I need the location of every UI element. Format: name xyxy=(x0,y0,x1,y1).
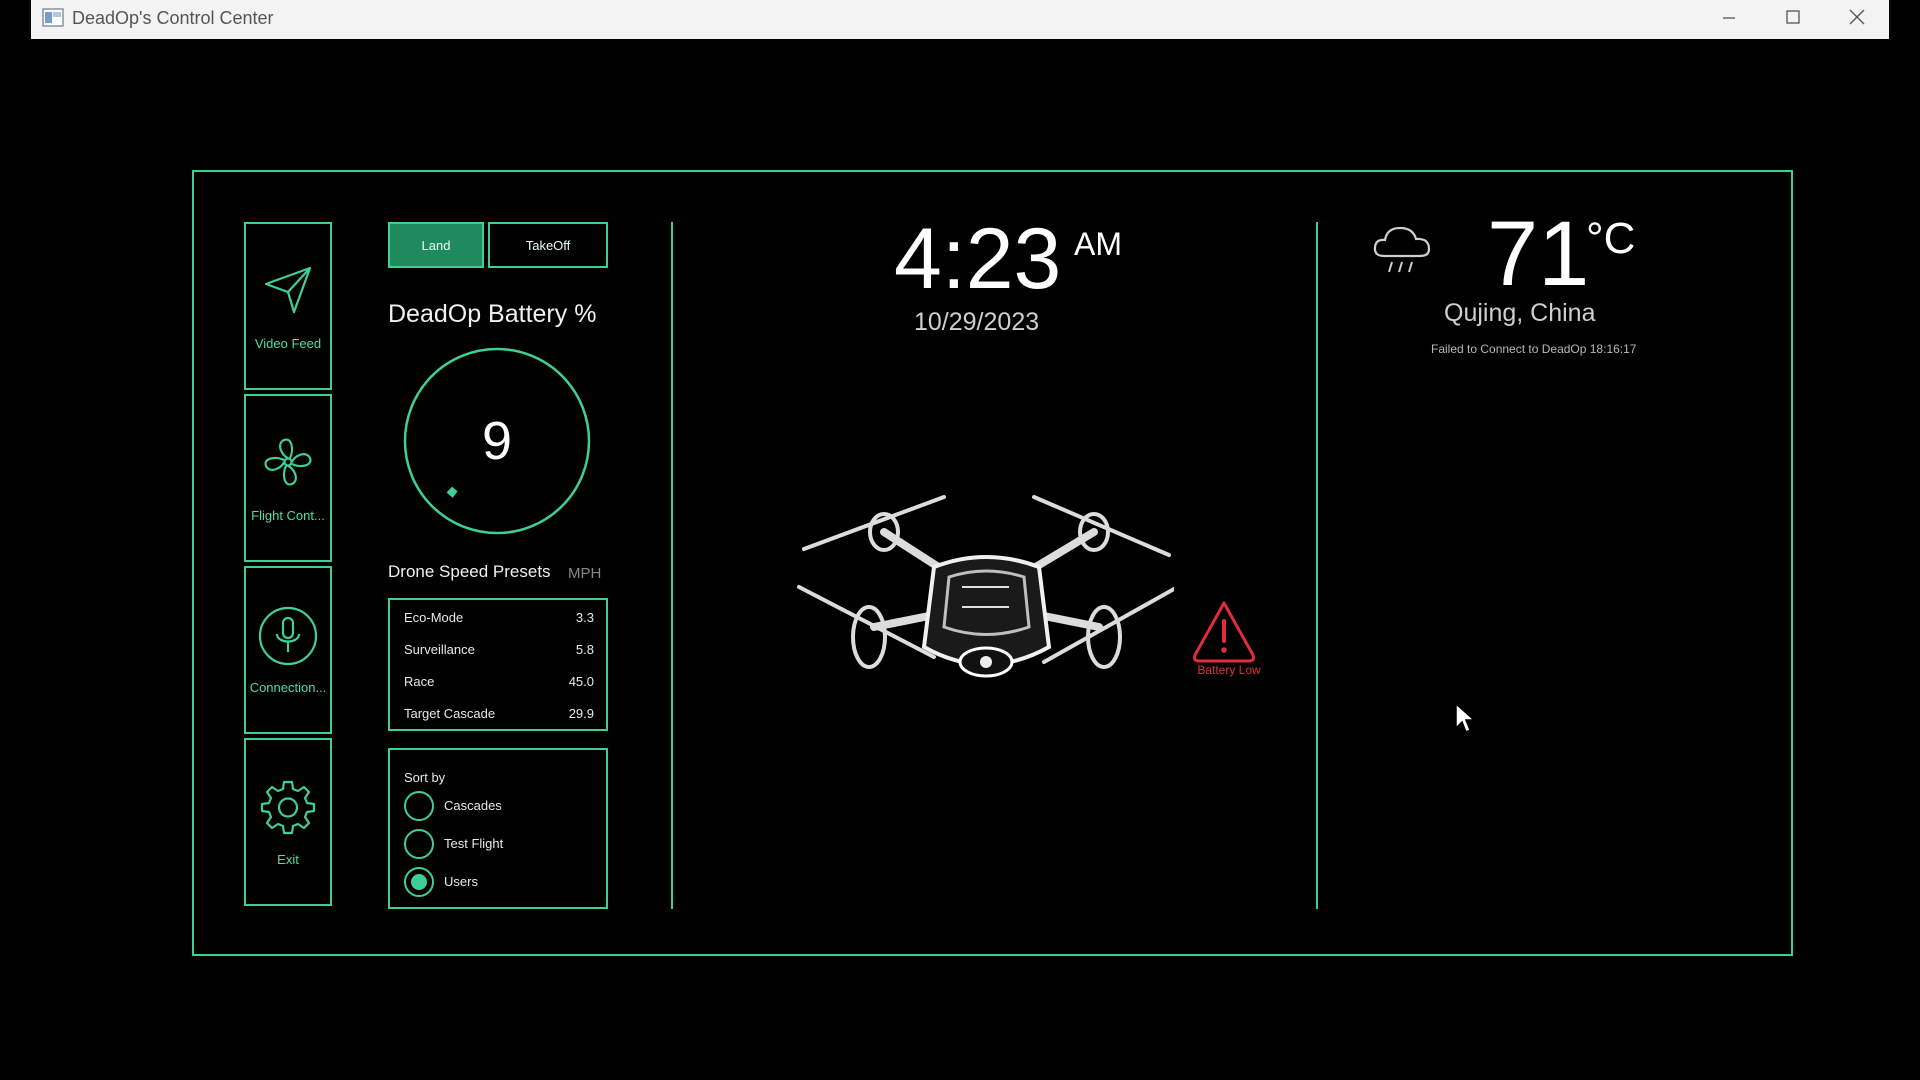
preset-name: Surveillance xyxy=(404,642,475,657)
preset-value: 3.3 xyxy=(575,610,594,625)
sidebar-item-video-feed[interactable]: Video Feed xyxy=(244,222,332,390)
sidebar-item-label: Video Feed xyxy=(254,336,322,351)
connection-status: Failed to Connect to DeadOp 18:16:17 xyxy=(1431,342,1637,356)
close-button[interactable] xyxy=(1825,0,1889,33)
rain-cloud-icon xyxy=(1373,226,1431,273)
gear-icon xyxy=(246,778,330,838)
clock-ampm: AM xyxy=(1074,226,1122,262)
preset-value: 5.8 xyxy=(575,642,594,657)
warning-triangle-icon xyxy=(1193,601,1255,663)
sort-group: Sort by Cascades Test Flight Users xyxy=(388,748,608,909)
sidebar-item-label: Exit xyxy=(277,852,299,867)
fan-icon xyxy=(246,434,330,494)
list-item[interactable]: Race 45.0 xyxy=(404,674,594,694)
takeoff-button[interactable]: TakeOff xyxy=(488,222,608,268)
temperature-value: 71 xyxy=(1487,203,1590,305)
radio-circle[interactable] xyxy=(404,829,434,859)
radio-label: Users xyxy=(444,874,478,889)
sidebar-item-label: Flight Cont... xyxy=(251,508,325,523)
minimize-icon xyxy=(1723,16,1735,19)
radio-label: Test Flight xyxy=(444,836,504,851)
presets-unit: MPH xyxy=(568,565,602,582)
radio-users[interactable]: Users xyxy=(404,867,594,897)
main-panel: Video Feed Flight Cont... Connection... … xyxy=(192,170,1793,956)
radio-cascades[interactable]: Cascades xyxy=(404,791,594,821)
minimize-button[interactable] xyxy=(1697,0,1761,33)
list-item[interactable]: Target Cascade 29.9 xyxy=(404,706,594,726)
radio-label: Cascades xyxy=(444,798,502,813)
maximize-button[interactable] xyxy=(1761,0,1825,33)
radio-circle[interactable] xyxy=(404,791,434,821)
land-button[interactable]: Land xyxy=(388,222,484,268)
preset-value: 45.0 xyxy=(568,674,594,689)
radio-circle[interactable] xyxy=(404,867,434,897)
preset-name: Eco-Mode xyxy=(404,610,464,625)
window-title: DeadOp's Control Center xyxy=(72,8,274,28)
divider-right xyxy=(1316,222,1318,909)
battery-title: DeadOp Battery % xyxy=(388,300,597,328)
list-item[interactable]: Surveillance 5.8 xyxy=(404,642,594,662)
app-window: DeadOp's Control Center Video Feed Fligh… xyxy=(31,0,1889,1080)
sidebar-item-label: Connection... xyxy=(249,680,327,695)
preset-name: Target Cascade xyxy=(404,706,496,721)
sidebar-item-exit[interactable]: Exit xyxy=(244,738,332,906)
location-label: Qujing, China xyxy=(1444,299,1596,327)
app-icon xyxy=(42,8,64,27)
battery-value: 9 xyxy=(481,411,513,471)
title-bar[interactable]: DeadOp's Control Center xyxy=(31,0,1889,39)
close-icon xyxy=(1849,9,1865,24)
clock-time: 4:23 xyxy=(894,211,1062,307)
sidebar-item-connection[interactable]: Connection... xyxy=(244,566,332,734)
paper-plane-icon xyxy=(246,262,330,322)
sidebar-item-flight-control[interactable]: Flight Cont... xyxy=(244,394,332,562)
list-item[interactable]: Eco-Mode 3.3 xyxy=(404,610,594,630)
battery-low-label: Battery Low xyxy=(1197,663,1261,677)
presets-title: Drone Speed Presets xyxy=(388,562,551,581)
radio-test-flight[interactable]: Test Flight xyxy=(404,829,594,859)
temperature-unit: °C xyxy=(1586,214,1636,263)
presets-list: Eco-Mode 3.3 Surveillance 5.8 Race 45.0 … xyxy=(388,598,608,731)
clock-date: 10/29/2023 xyxy=(914,308,1040,336)
microphone-icon xyxy=(246,606,330,666)
drone-image xyxy=(797,495,1174,678)
mouse-cursor-icon xyxy=(1455,702,1476,734)
divider-left xyxy=(671,222,673,909)
sort-title: Sort by xyxy=(404,770,446,785)
battery-gauge: 9 xyxy=(402,346,592,536)
preset-value: 29.9 xyxy=(568,706,594,721)
maximize-icon xyxy=(1786,9,1800,24)
preset-name: Race xyxy=(404,674,435,689)
